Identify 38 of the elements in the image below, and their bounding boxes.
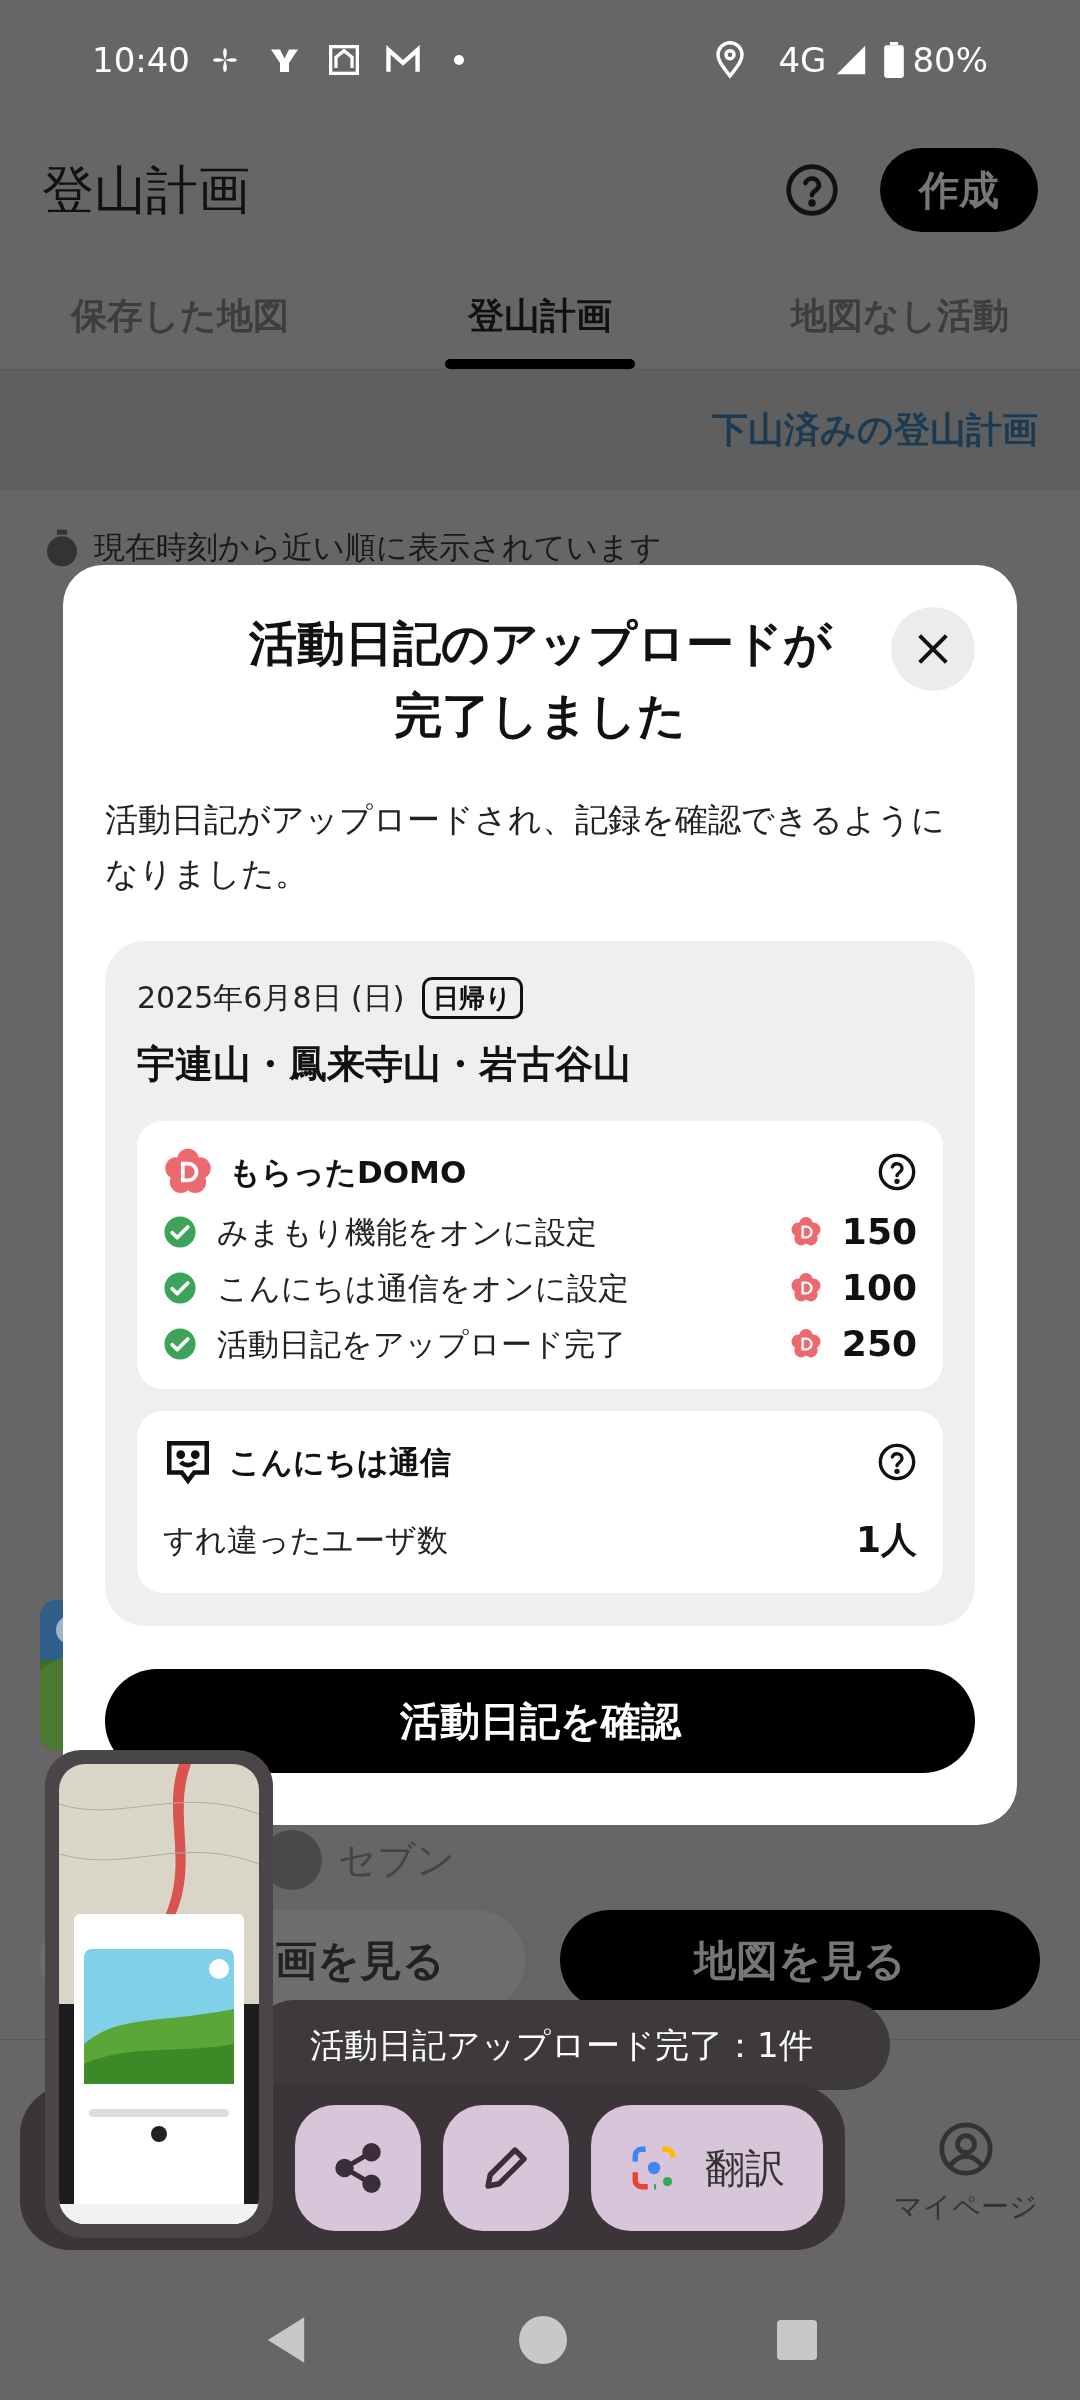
screenshot-thumbnail[interactable]	[45, 1750, 273, 2238]
domo-points: 150	[841, 1210, 917, 1254]
flower-icon	[789, 1328, 822, 1360]
home-icon[interactable]	[519, 2316, 567, 2364]
network-label: 4G	[778, 38, 827, 82]
domo-item-label: 活動日記をアップロード完了	[217, 1324, 627, 1364]
greeting-row-value: 1人	[855, 1518, 917, 1562]
location-icon	[714, 41, 747, 79]
trip-badge: 日帰り	[422, 976, 524, 1019]
domo-item-label: こんにちは通信をオンに設定	[217, 1268, 630, 1308]
help-icon[interactable]	[877, 1152, 917, 1192]
clock: 10:40	[92, 38, 190, 82]
view-diary-button[interactable]: 活動日記を確認	[105, 1669, 975, 1773]
dialog-description: 活動日記がアップロードされ、記録を確認できるようになりました。	[105, 799, 946, 895]
domo-title: もらったDOMO	[229, 1152, 468, 1192]
domo-points: 250	[841, 1322, 917, 1366]
battery-level: 80%	[912, 38, 988, 82]
help-icon[interactable]	[877, 1442, 917, 1482]
share-button[interactable]	[295, 2104, 421, 2231]
activity-title: 宇連山・鳳来寺山・岩古谷山	[137, 1041, 632, 1088]
translate-button[interactable]: 翻訳	[591, 2104, 823, 2231]
greeting-row-label: すれ違ったユーザ数	[163, 1520, 449, 1560]
battery-icon	[884, 42, 905, 78]
activity-date: 2025年6月8日 (日)	[137, 979, 405, 1017]
edit-button[interactable]	[443, 2104, 569, 2231]
user-icon	[937, 2120, 995, 2178]
greeting-title: こんにちは通信	[229, 1442, 452, 1482]
completed-plans-link[interactable]: 下山済みの登山計画	[712, 403, 1038, 457]
domo-points: 100	[841, 1266, 917, 1310]
domo-item-label: みまもり機能をオンに設定	[217, 1212, 598, 1252]
sort-notice: 現在時刻から近い順に表示されています	[94, 528, 662, 566]
tab[interactable]: 登山計画	[360, 260, 720, 369]
flower-icon	[789, 1272, 822, 1304]
dialog-title: 活動日記のアップロードが 完了しました	[247, 614, 834, 745]
map-button[interactable]: 地図を見る	[560, 1910, 1040, 2010]
create-button[interactable]: 作成	[880, 148, 1038, 232]
page-title: 登山計画	[42, 159, 251, 222]
flower-icon	[789, 1216, 822, 1248]
